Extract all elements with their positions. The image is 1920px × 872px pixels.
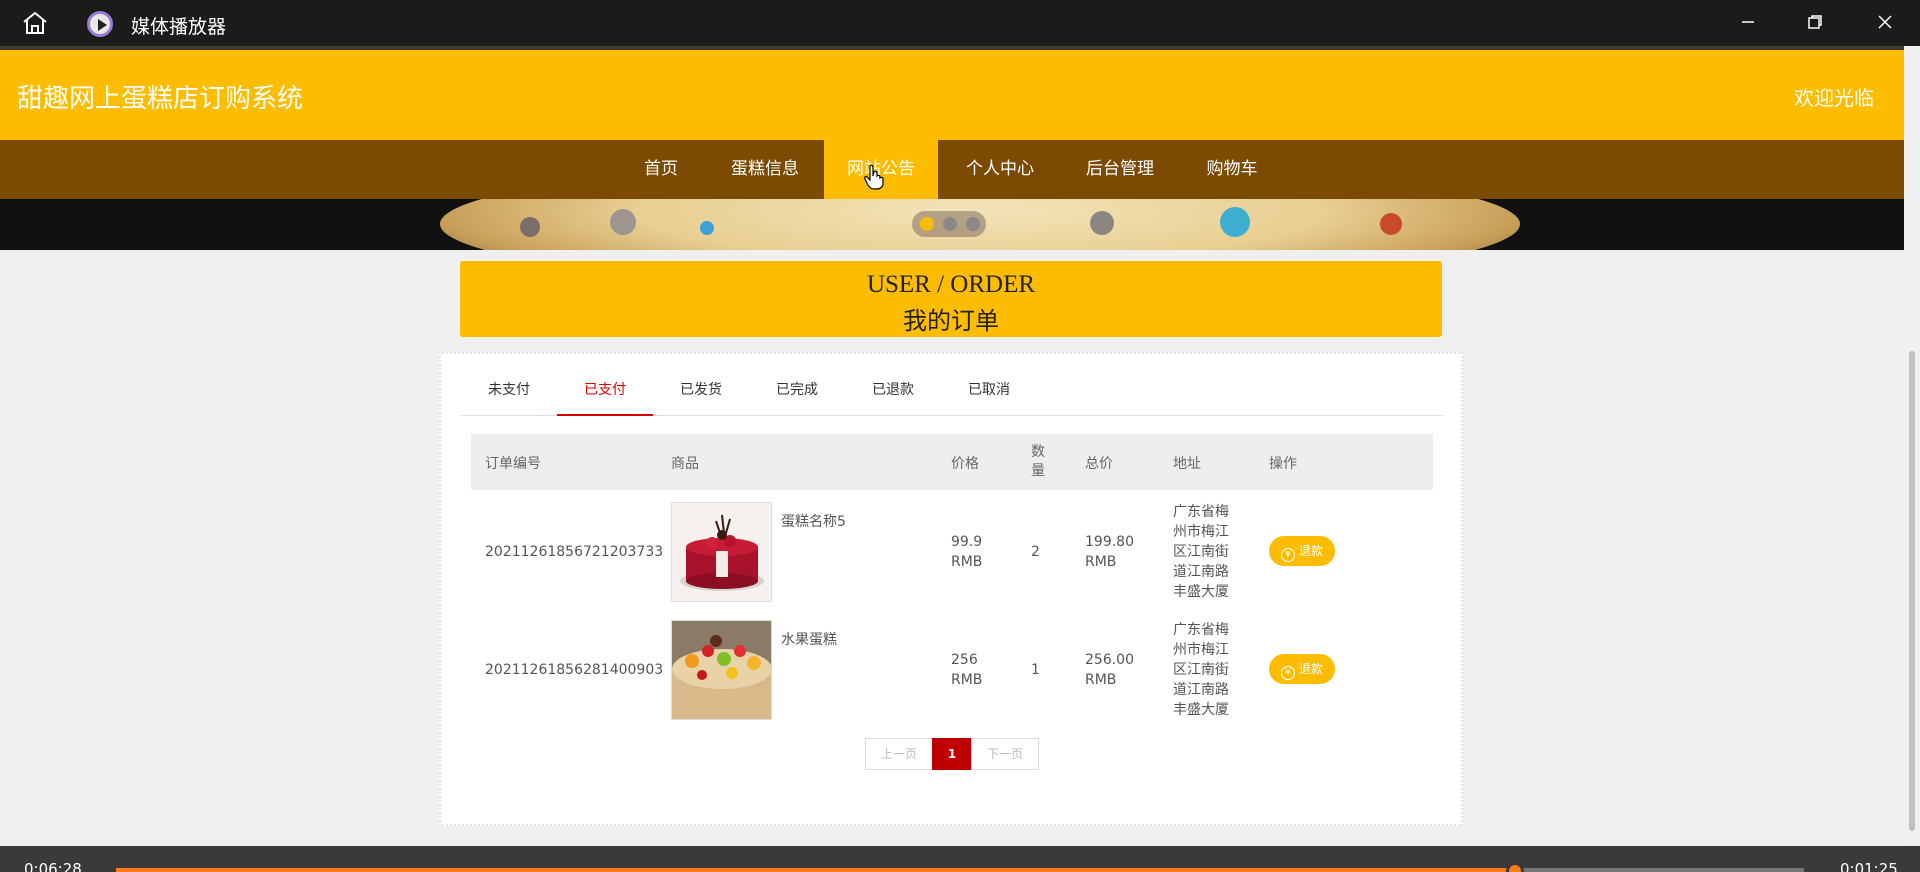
banner-sprinkle <box>610 209 636 235</box>
video-frame: 甜趣网上蛋糕店订购系统 欢迎光临 首页 蛋糕信息 网站公告 个人中心 后台管理 … <box>0 46 1904 846</box>
page-scrollbar[interactable] <box>1904 46 1920 846</box>
quantity: 2 <box>1031 544 1040 560</box>
seek-bar[interactable] <box>116 862 1804 872</box>
order-header-en: USER / ORDER <box>866 271 1036 298</box>
table-header-row: 订单编号 商品 价格 数量 总价 地址 操作 <box>471 434 1433 490</box>
media-player-logo-icon <box>87 11 113 37</box>
red-cake-image <box>672 503 771 601</box>
banner-carousel <box>0 199 1904 250</box>
nav-item-admin[interactable]: 后台管理 <box>1072 140 1168 199</box>
tab-unpaid[interactable]: 未支付 <box>461 364 557 416</box>
order-no: 20211261856721203733 <box>485 544 664 560</box>
elapsed-time: 0:06:28 <box>24 860 82 872</box>
nav-item-cart[interactable]: 购物车 <box>1196 140 1268 199</box>
carousel-dot-2[interactable] <box>943 217 957 231</box>
table-row: 20211261856721203733 蛋糕名称5 99.9 RMB 2 19… <box>471 494 1433 612</box>
carousel-dot-1[interactable] <box>920 217 934 231</box>
price-value: 99.9 <box>951 534 983 550</box>
quantity: 1 <box>1031 662 1040 678</box>
tab-shipped[interactable]: 已发货 <box>653 364 749 416</box>
yen-icon: ¥ <box>1280 666 1295 680</box>
table-row: 20211261856281400903 水果蛋糕 256 RMB 1 256.… <box>471 612 1433 730</box>
product-image[interactable] <box>671 502 772 602</box>
tab-cancelled[interactable]: 已取消 <box>941 364 1037 416</box>
welcome-text: 欢迎光临 <box>1794 86 1874 110</box>
main-nav: 首页 蛋糕信息 网站公告 个人中心 后台管理 购物车 <box>0 140 1904 199</box>
col-action: 操作 <box>1269 456 1297 472</box>
carousel-indicators <box>912 211 986 237</box>
order-section-header: USER / ORDER 我的订单 <box>460 261 1442 337</box>
total-unit: RMB <box>1085 554 1117 570</box>
banner-sprinkle <box>520 217 540 237</box>
minimize-button[interactable] <box>1733 8 1763 38</box>
address: 广东省梅州市梅江区江南街道江南路丰盛大厦 <box>1173 504 1229 600</box>
restore-button[interactable] <box>1800 8 1830 38</box>
seek-handle[interactable] <box>1506 862 1525 872</box>
nav-item-personal-center[interactable]: 个人中心 <box>952 140 1048 199</box>
media-player-titlebar: 媒体播放器 <box>0 0 1920 46</box>
site-title[interactable]: 甜趣网上蛋糕店订购系统 <box>17 78 303 115</box>
order-header-cn: 我的订单 <box>903 307 999 335</box>
tab-paid[interactable]: 已支付 <box>557 364 653 416</box>
minimize-icon <box>1742 21 1754 23</box>
fruit-cake-image <box>672 621 771 719</box>
col-price: 价格 <box>951 456 979 472</box>
address: 广东省梅州市梅江区江南街道江南路丰盛大厦 <box>1173 622 1229 718</box>
refund-button[interactable]: ¥ 退款 <box>1269 654 1335 684</box>
order-panel: 未支付 已支付 已发货 已完成 已退款 已取消 订单编号 商品 价格 数量 总价… <box>439 352 1463 826</box>
home-icon[interactable] <box>20 11 50 35</box>
tab-refunded[interactable]: 已退款 <box>845 364 941 416</box>
player-controls: 0:06:28 0:01:25 <box>0 846 1920 872</box>
nav-item-cake-info[interactable]: 蛋糕信息 <box>720 140 810 199</box>
page-1-button[interactable]: 1 <box>932 738 972 770</box>
close-icon <box>1878 15 1892 29</box>
col-total: 总价 <box>1085 456 1113 472</box>
total-unit: RMB <box>1085 672 1117 688</box>
site-header: 甜趣网上蛋糕店订购系统 欢迎光临 <box>0 46 1904 140</box>
banner-sprinkle <box>1090 211 1114 235</box>
order-status-tabs: 未支付 已支付 已发货 已完成 已退款 已取消 <box>461 364 1443 416</box>
total-value: 199.80 <box>1085 534 1134 550</box>
price-value: 256 <box>951 652 978 668</box>
app-title: 媒体播放器 <box>131 16 227 38</box>
hand-cursor-icon <box>864 164 884 190</box>
total-value: 256.00 <box>1085 652 1134 668</box>
seek-progress <box>116 868 1516 872</box>
prev-page-button[interactable]: 上一页 <box>865 738 933 770</box>
remaining-time: 0:01:25 <box>1840 860 1898 872</box>
col-address: 地址 <box>1173 456 1201 472</box>
price-unit: RMB <box>951 554 983 570</box>
banner-sprinkle <box>1220 207 1250 237</box>
col-qty: 数量 <box>1031 444 1045 479</box>
scrollbar-thumb[interactable] <box>1909 351 1915 831</box>
tab-completed[interactable]: 已完成 <box>749 364 845 416</box>
price-unit: RMB <box>951 672 983 688</box>
refund-label: 退款 <box>1298 662 1323 676</box>
refund-button[interactable]: ¥ 退款 <box>1269 536 1335 566</box>
order-no: 20211261856281400903 <box>485 662 664 678</box>
product-name[interactable]: 蛋糕名称5 <box>781 512 846 532</box>
carousel-dot-3[interactable] <box>966 217 980 231</box>
product-name[interactable]: 水果蛋糕 <box>781 630 837 650</box>
close-button[interactable] <box>1870 8 1900 38</box>
next-page-button[interactable]: 下一页 <box>971 738 1039 770</box>
restore-icon <box>1808 15 1822 29</box>
banner-sprinkle <box>700 221 714 235</box>
col-order-no: 订单编号 <box>485 456 541 472</box>
refund-label: 退款 <box>1298 544 1323 558</box>
yen-icon: ¥ <box>1280 548 1295 562</box>
product-image[interactable] <box>671 620 772 720</box>
banner-sprinkle <box>1380 213 1402 235</box>
col-product: 商品 <box>671 456 699 472</box>
nav-item-home[interactable]: 首页 <box>630 140 692 199</box>
